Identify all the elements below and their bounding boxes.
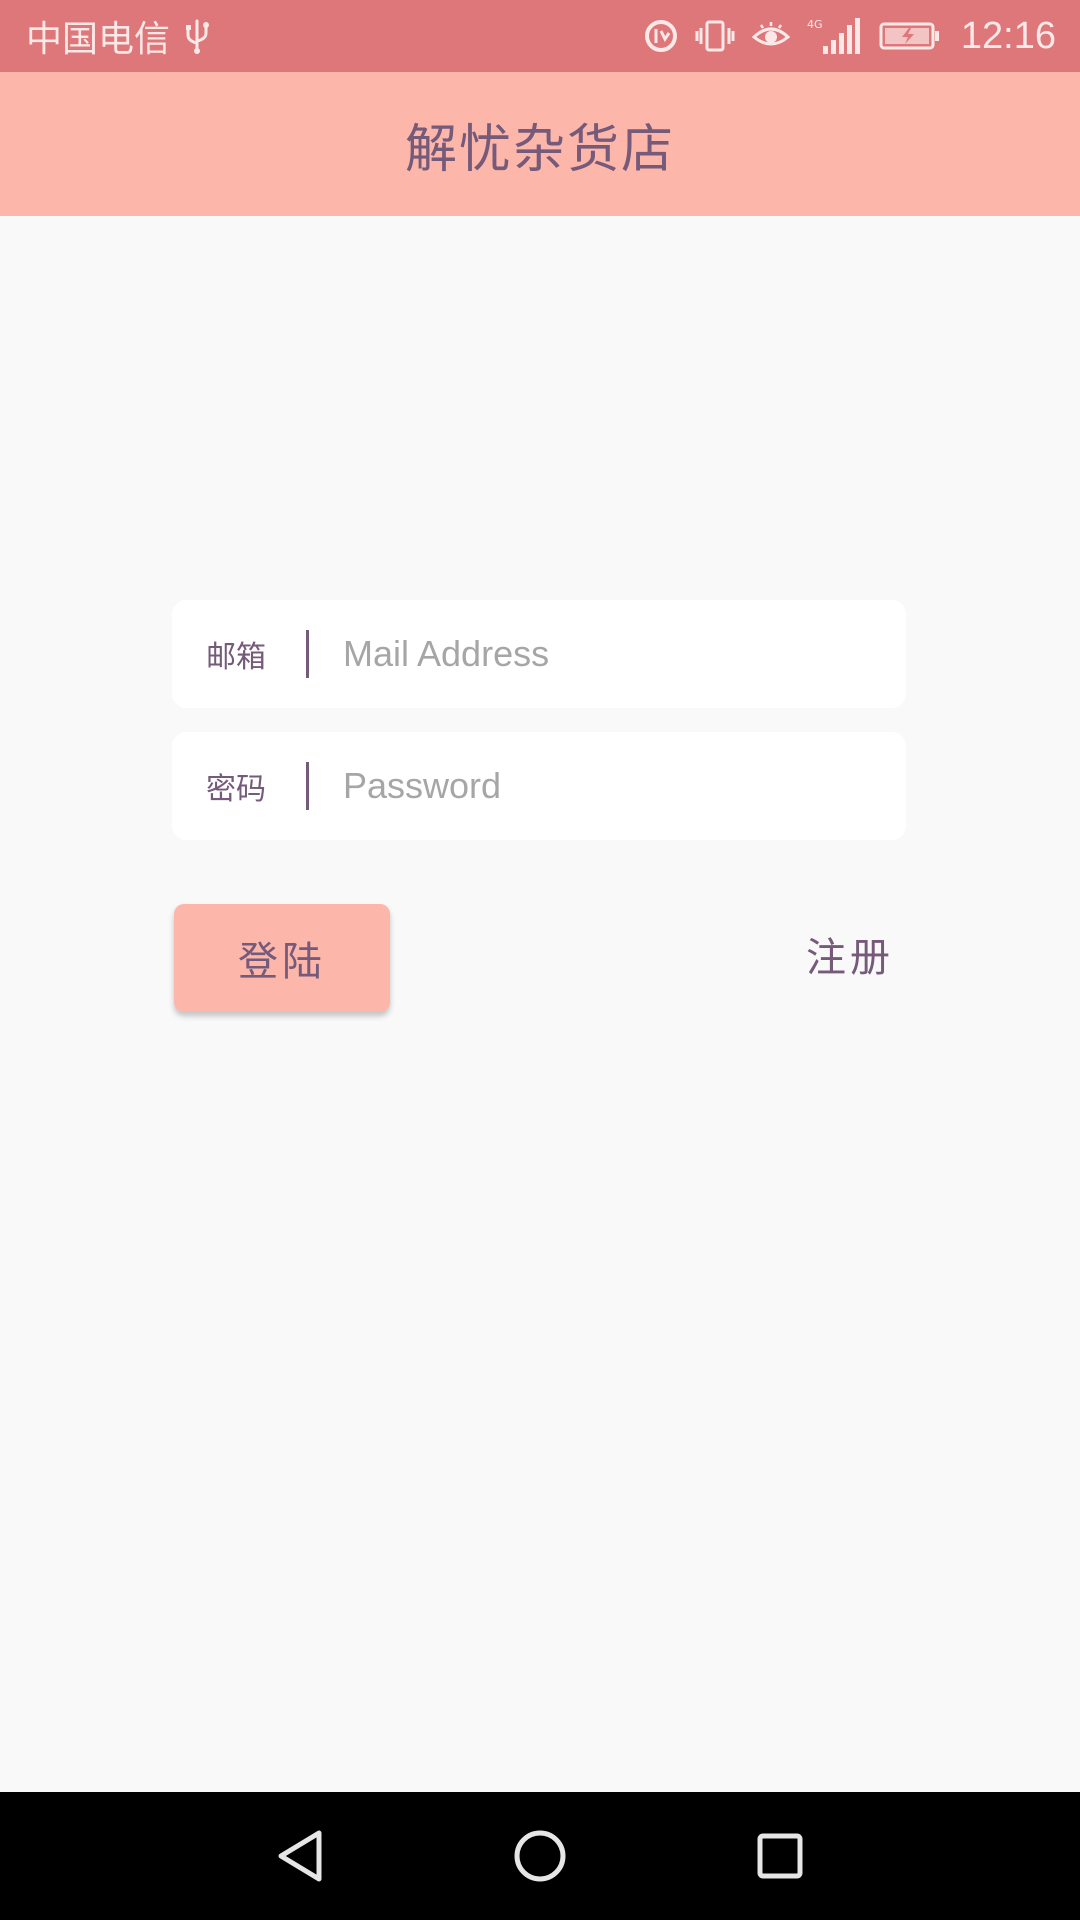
signal-icon: 4G	[807, 16, 863, 56]
password-divider	[306, 762, 309, 810]
page-title: 解忧杂货店	[404, 119, 675, 180]
register-link[interactable]: 注册	[790, 930, 910, 986]
back-icon[interactable]	[266, 1822, 334, 1890]
battery-charging-icon	[879, 21, 941, 51]
email-divider	[306, 630, 309, 678]
data-saver-icon	[643, 18, 679, 54]
status-bar: 中国电信 4G 12:16	[0, 0, 1080, 72]
password-input[interactable]	[343, 756, 906, 816]
status-right: 4G 12:16	[643, 15, 1056, 58]
usb-icon	[184, 17, 210, 55]
system-nav-bar	[0, 1792, 1080, 1920]
clock: 12:16	[960, 14, 1056, 57]
vibrate-icon	[695, 18, 735, 54]
email-field-container: 邮箱	[172, 600, 906, 708]
password-label: 密码	[206, 772, 266, 807]
app-bar: 解忧杂货店	[0, 72, 1080, 216]
home-icon[interactable]	[506, 1822, 574, 1890]
email-input[interactable]	[343, 624, 906, 684]
eye-comfort-icon	[751, 21, 791, 51]
email-label: 邮箱	[206, 640, 266, 675]
carrier-name: 中国电信	[26, 19, 171, 60]
recents-icon[interactable]	[746, 1822, 814, 1890]
network-type-label: 4G	[807, 18, 823, 31]
status-left: 中国电信	[26, 10, 210, 62]
login-screen: 中国电信 4G 12:16 解忧杂货店 邮箱 Mail Address 密码 登…	[0, 0, 1080, 1920]
login-button[interactable]: 登陆	[174, 904, 390, 1012]
password-field-container: 密码	[172, 732, 906, 840]
